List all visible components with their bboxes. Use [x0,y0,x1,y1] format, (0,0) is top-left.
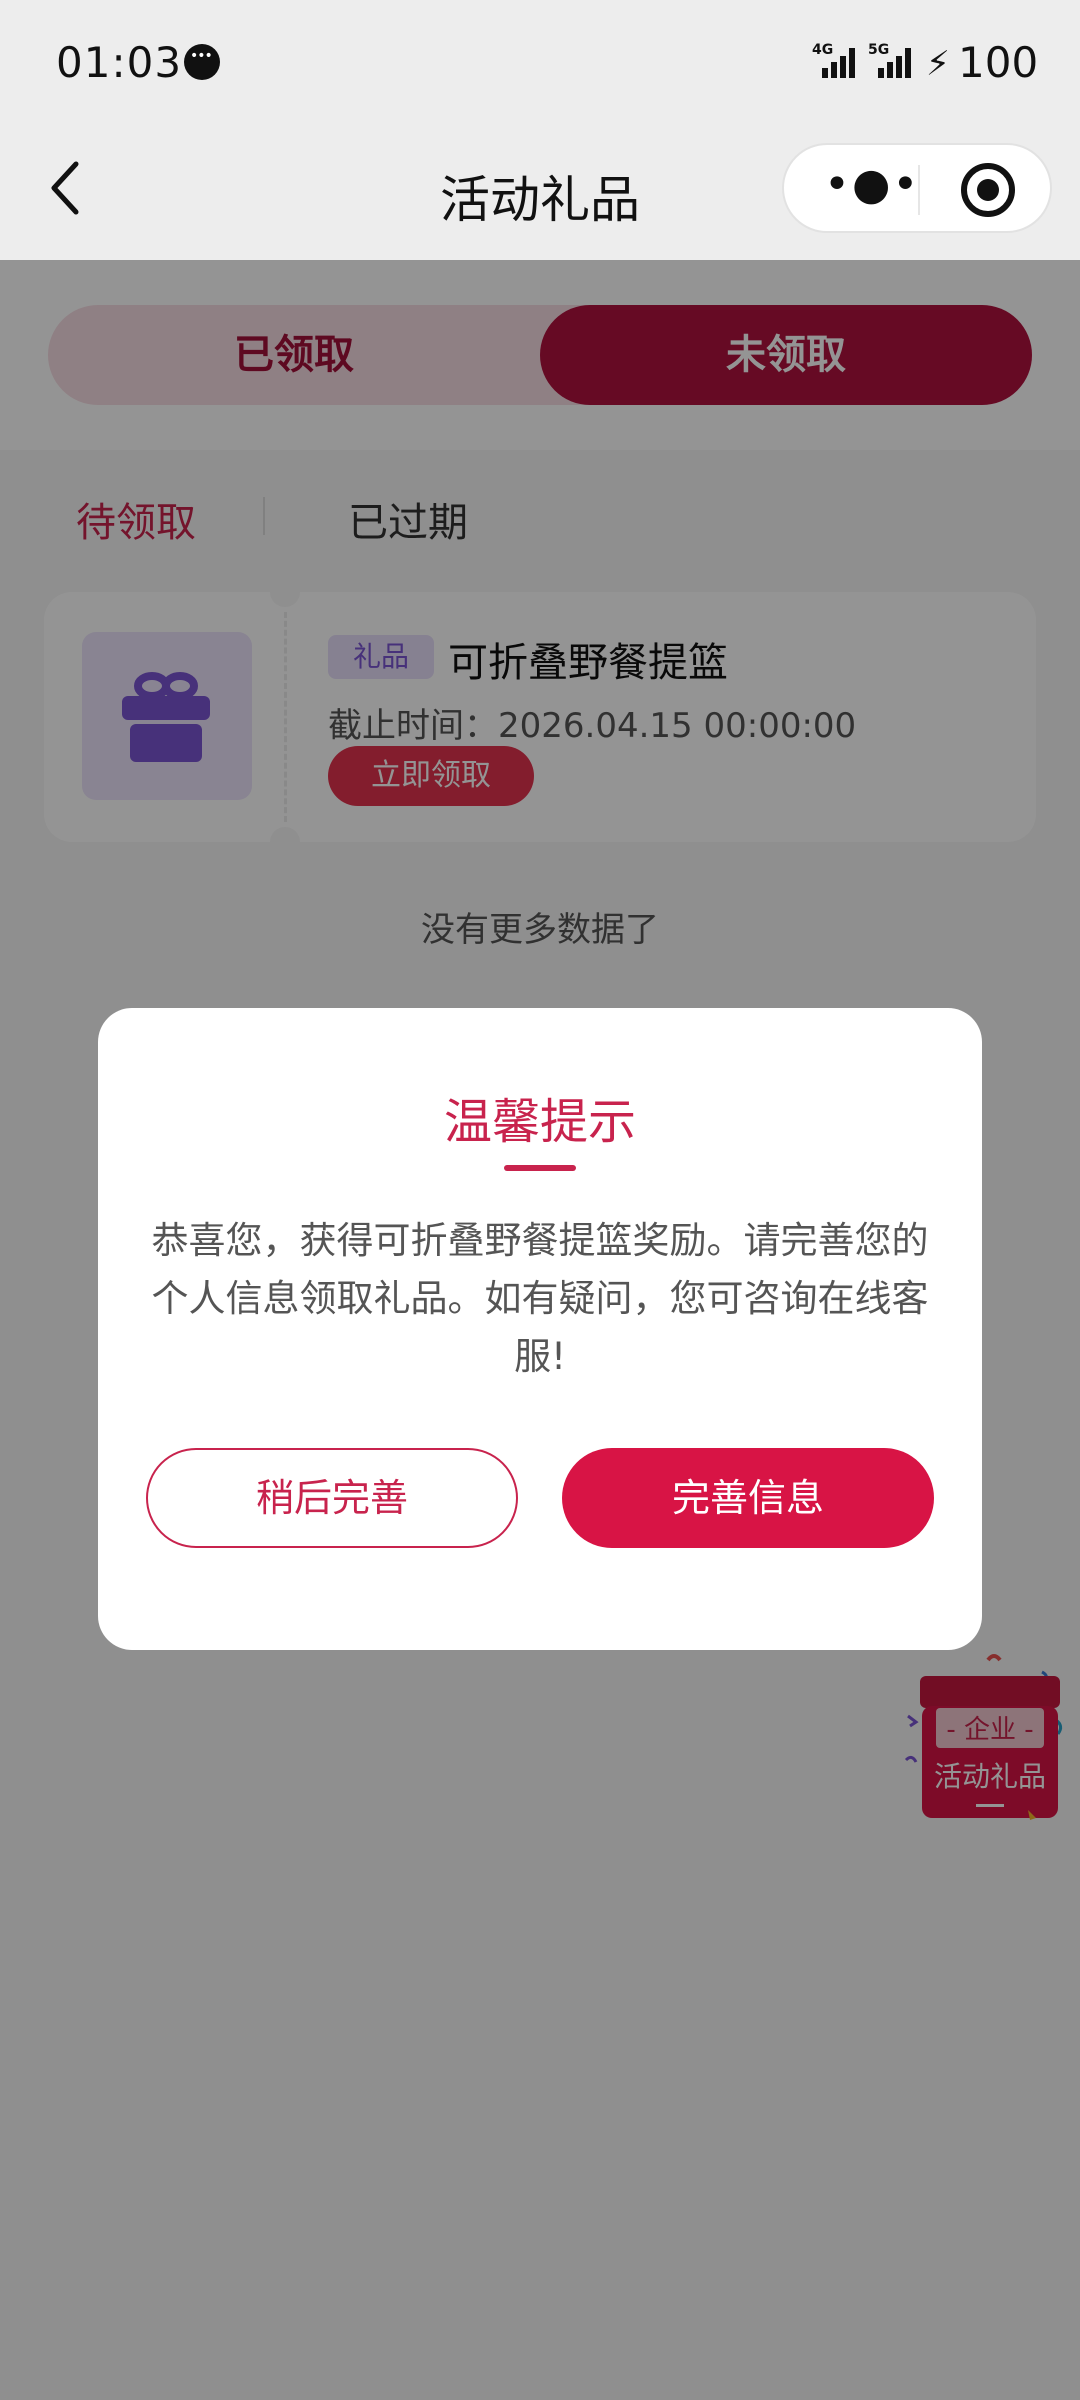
mini-program-capsule: •●• [782,143,1052,233]
dialog-message: 恭喜您，获得可折叠野餐提篮奖励。请完善您的个人信息领取礼品。如有疑问，您可咨询在… [151,1219,929,1378]
dialog-title: 温馨提示 [443,1094,636,1150]
capsule-divider [918,165,920,215]
charging-icon: ⚡ [926,44,950,84]
chat-notification-icon [184,44,220,80]
close-mini-program-icon[interactable] [961,163,1015,217]
complete-info-button[interactable]: 完善信息 [562,1448,934,1548]
complete-later-button[interactable]: 稍后完善 [146,1448,518,1548]
battery-level: 100 [958,38,1039,87]
more-options-icon[interactable]: •●• [824,159,920,210]
dialog-title-underline [504,1165,576,1171]
status-time: 01:03 [56,38,183,87]
